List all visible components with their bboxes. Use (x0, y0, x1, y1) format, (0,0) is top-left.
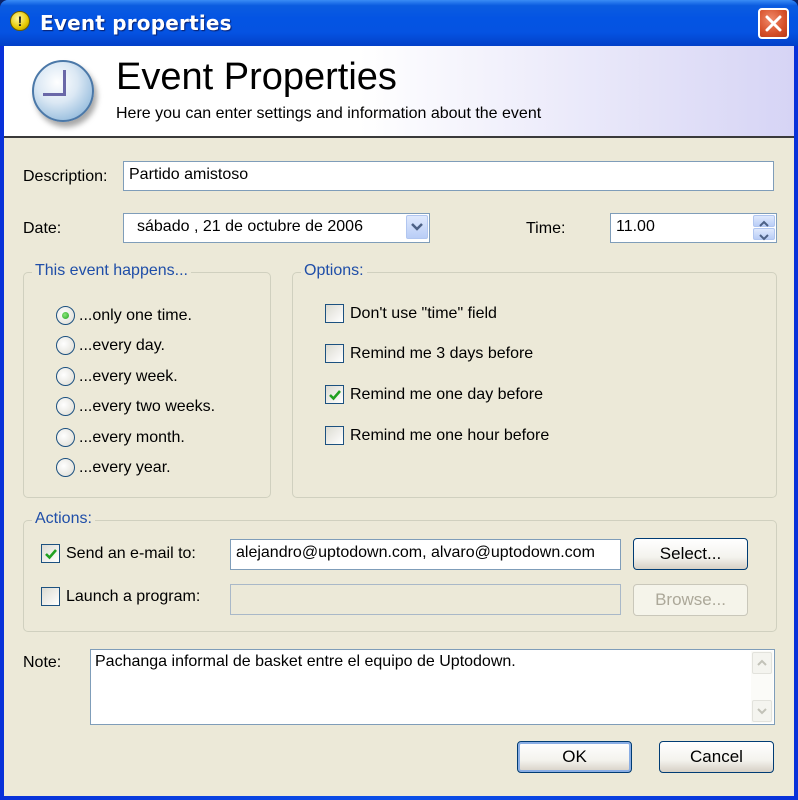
select-button[interactable]: Select... (633, 538, 748, 570)
radio-every-two-weeks[interactable]: ...every two weeks. (56, 397, 215, 416)
clock-icon (32, 60, 94, 122)
note-textarea[interactable]: Pachanga informal de basket entre el equ… (90, 649, 775, 725)
checkbox[interactable] (41, 587, 60, 606)
radio-label: ...every month. (79, 428, 185, 446)
warning-exclamation-icon: ! (10, 11, 30, 31)
checkbox[interactable] (325, 426, 344, 445)
checkbox-remind-one-hour[interactable]: Remind me one hour before (325, 426, 549, 445)
note-text: Pachanga informal de basket entre el equ… (95, 653, 516, 670)
description-input[interactable]: Partido amistoso (123, 161, 774, 191)
dialog-client-area: Event Properties Here you can enter sett… (4, 46, 794, 796)
program-input[interactable] (230, 584, 621, 615)
radio-button[interactable] (56, 336, 75, 355)
checkbox[interactable] (325, 344, 344, 363)
options-group: Options: Don't use "time" field Remind m… (292, 262, 777, 498)
note-label: Note: (23, 654, 62, 671)
date-label: Date: (23, 220, 62, 237)
radio-label: ...every day. (79, 336, 165, 354)
time-input[interactable]: 11.00 (610, 213, 777, 243)
actions-legend: Actions: (32, 510, 95, 528)
time-label: Time: (526, 220, 566, 237)
time-spin-up-button[interactable] (753, 215, 775, 227)
email-input[interactable]: alejandro@uptodown.com, alvaro@uptodown.… (230, 539, 621, 570)
checkmark-icon (45, 549, 57, 560)
radio-every-year[interactable]: ...every year. (56, 458, 171, 477)
scroll-down-button[interactable] (752, 700, 772, 722)
checkbox-label: Remind me one hour before (350, 426, 550, 444)
title-bar[interactable]: ! Event properties (0, 0, 798, 46)
radio-button[interactable] (56, 458, 75, 477)
checkmark-icon (329, 390, 341, 401)
checkbox-remind-one-day[interactable]: Remind me one day before (325, 385, 543, 404)
date-dropdown-button[interactable] (406, 215, 428, 239)
radio-label: ...every year. (79, 458, 171, 476)
radio-button-selected[interactable] (56, 306, 75, 325)
checkbox-checked[interactable] (325, 385, 344, 404)
checkbox-label: Remind me one day before (350, 385, 543, 403)
checkbox-remind-3-days[interactable]: Remind me 3 days before (325, 344, 533, 363)
checkbox-dont-use-time[interactable]: Don't use "time" field (325, 304, 497, 323)
close-icon (765, 15, 782, 32)
close-button[interactable] (758, 8, 789, 39)
checkbox-label: Send an e-mail to: (66, 544, 196, 562)
date-picker[interactable]: sábado , 21 de octubre de 2006 (123, 213, 430, 243)
ok-button[interactable]: OK (517, 741, 632, 773)
chevron-down-icon (411, 223, 423, 231)
recurrence-group: This event happens... ...only one time. … (23, 262, 271, 498)
radio-label: ...only one time. (79, 306, 192, 324)
date-value: sábado , 21 de octubre de 2006 (137, 218, 363, 235)
radio-label: ...every two weeks. (79, 397, 216, 415)
time-spin-down-button[interactable] (753, 228, 775, 241)
radio-label: ...every week. (79, 367, 178, 385)
checkbox-label: Remind me 3 days before (350, 344, 534, 362)
time-value: 11.00 (616, 218, 655, 235)
note-scrollbar[interactable] (751, 651, 773, 723)
checkbox-checked[interactable] (41, 544, 60, 563)
chevron-up-icon (757, 659, 767, 666)
actions-group: Actions: Send an e-mail to: alejandro@up… (23, 510, 777, 632)
description-label: Description: (23, 168, 108, 185)
radio-button[interactable] (56, 397, 75, 416)
chevron-down-icon (759, 234, 769, 241)
header-banner: Event Properties Here you can enter sett… (4, 46, 794, 138)
radio-every-month[interactable]: ...every month. (56, 428, 185, 447)
radio-every-week[interactable]: ...every week. (56, 367, 178, 386)
radio-button[interactable] (56, 367, 75, 386)
options-legend: Options: (301, 262, 367, 280)
checkbox-launch-program[interactable]: Launch a program: (41, 587, 200, 606)
checkbox[interactable] (325, 304, 344, 323)
browse-button[interactable]: Browse... (633, 584, 748, 616)
radio-only-one-time[interactable]: ...only one time. (56, 306, 192, 325)
banner-subtitle: Here you can enter settings and informat… (116, 105, 542, 122)
recurrence-legend: This event happens... (32, 262, 191, 280)
chevron-down-icon (757, 708, 767, 715)
event-properties-window: ! Event properties Event Properties Here… (0, 0, 798, 800)
checkbox-label: Don't use "time" field (350, 304, 497, 322)
cancel-button[interactable]: Cancel (659, 741, 774, 773)
banner-title: Event Properties (116, 56, 397, 98)
checkbox-send-email[interactable]: Send an e-mail to: (41, 544, 196, 563)
window-title: Event properties (40, 11, 232, 35)
radio-every-day[interactable]: ...every day. (56, 336, 165, 355)
radio-button[interactable] (56, 428, 75, 447)
checkbox-label: Launch a program: (66, 587, 201, 605)
scroll-up-button[interactable] (752, 652, 772, 674)
